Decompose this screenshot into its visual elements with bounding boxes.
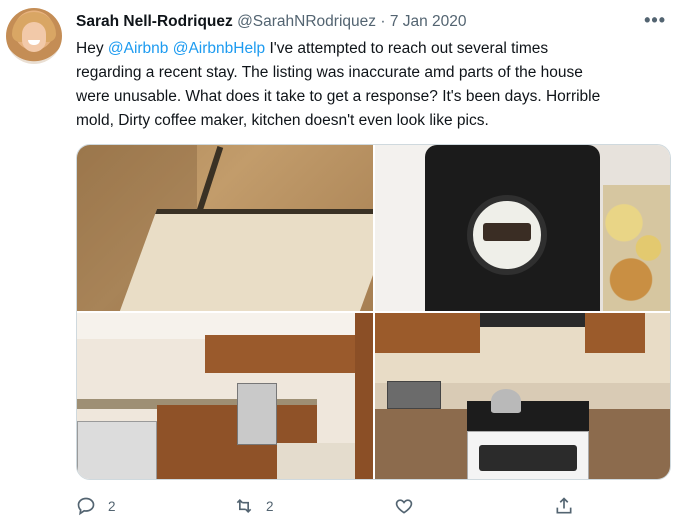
tweet-text-line-3: were unusable. What does it take to get …: [76, 88, 601, 105]
tweet-header: Sarah Nell-Rodriquez @SarahNRodriquez · …: [76, 12, 467, 32]
share-icon: [556, 497, 572, 514]
text-prefix: Hey: [76, 40, 108, 57]
tweet-date[interactable]: 7 Jan 2020: [390, 13, 467, 30]
mention-airbnb[interactable]: @Airbnb: [108, 40, 169, 57]
retweet-button[interactable]: 2: [234, 494, 274, 518]
retweet-icon: [236, 498, 252, 514]
text-suffix: I've attempted to reach out several time…: [265, 40, 549, 57]
photo-kitchen[interactable]: [77, 313, 373, 479]
separator: ·: [380, 13, 386, 30]
photo-mold[interactable]: [77, 145, 373, 311]
reply-icon: [77, 497, 95, 516]
media-grid: [76, 144, 671, 480]
more-icon[interactable]: •••: [644, 10, 666, 31]
avatar[interactable]: [6, 8, 62, 64]
tweet: Sarah Nell-Rodriquez @SarahNRodriquez · …: [0, 0, 680, 525]
tweet-text-line-1: Hey @Airbnb @AirbnbHelp I've attempted t…: [76, 37, 666, 61]
photo-coffee-maker[interactable]: [375, 145, 670, 311]
tweet-text-line-4: mold, Dirty coffee maker, kitchen doesn'…: [76, 112, 489, 129]
tweet-text-line-2: regarding a recent stay. The listing was…: [76, 64, 583, 81]
like-button[interactable]: [394, 494, 426, 518]
action-bar: 2 2: [76, 494, 596, 518]
author-handle[interactable]: @SarahNRodriquez: [237, 13, 376, 30]
reply-count: 2: [108, 498, 116, 514]
reply-button[interactable]: 2: [76, 494, 116, 518]
photo-stove[interactable]: [375, 313, 670, 479]
tweet-text: Hey @Airbnb @AirbnbHelp I've attempted t…: [76, 37, 666, 133]
like-icon: [395, 499, 413, 514]
retweet-count: 2: [266, 498, 274, 514]
mention-airbnbhelp[interactable]: @AirbnbHelp: [173, 40, 265, 57]
share-button[interactable]: [554, 494, 586, 518]
author-name[interactable]: Sarah Nell-Rodriquez: [76, 13, 233, 30]
